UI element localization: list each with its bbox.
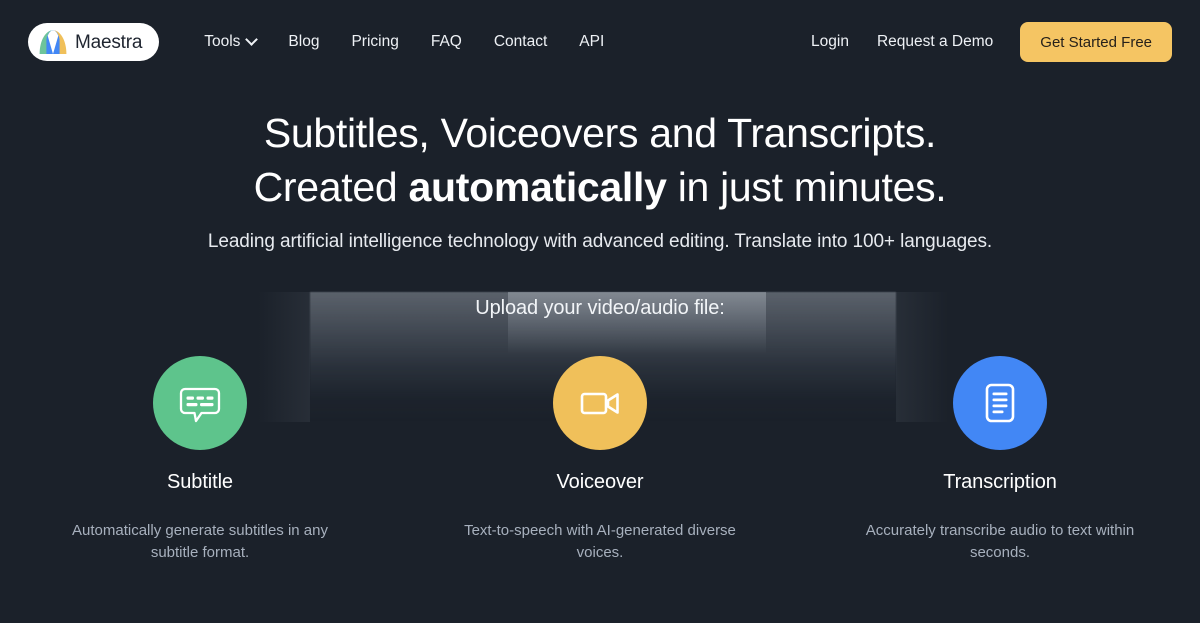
hero-section: Subtitles, Voiceovers and Transcripts. C… (0, 84, 1200, 253)
hero-headline-line-2: Created automatically in just minutes. (0, 160, 1200, 214)
headline-line2-emphasis: automatically (408, 164, 667, 210)
voiceover-icon-circle (553, 356, 647, 450)
top-navigation-bar: Maestra Tools Blog Pricing FAQ Contact A… (0, 0, 1200, 84)
upload-section: Upload your video/audio file: Subtitle A… (0, 297, 1200, 564)
nav-item-tools-label: Tools (204, 33, 241, 50)
brand-logo[interactable]: Maestra (28, 23, 160, 61)
nav-item-faq[interactable]: FAQ (415, 25, 478, 59)
hero-headline-line-1: Subtitles, Voiceovers and Transcripts. (263, 110, 937, 156)
upload-card-voiceover-description: Text-to-speech with AI-generated diverse… (464, 522, 736, 561)
upload-card-transcription-title: Transcription (943, 471, 1057, 493)
upload-card-voiceover-title: Voiceover (556, 471, 644, 493)
upload-card-subtitle[interactable]: Subtitle Automatically generate subtitle… (0, 356, 400, 564)
nav-actions: Login Request a Demo Get Started Free (797, 22, 1172, 62)
video-camera-icon (580, 392, 619, 415)
upload-card-transcription[interactable]: Transcription Accurately transcribe audi… (800, 356, 1200, 564)
nav-item-blog[interactable]: Blog (272, 25, 335, 59)
upload-card-transcription-description: Accurately transcribe audio to text with… (865, 522, 1135, 561)
upload-card-subtitle-description: Automatically generate subtitles in any … (72, 522, 328, 561)
chevron-down-icon (245, 32, 259, 46)
get-started-free-button[interactable]: Get Started Free (1020, 22, 1172, 62)
speech-bubble-subtitles-icon (179, 387, 221, 423)
document-lines-icon (985, 383, 1015, 423)
brand-name: Maestra (75, 31, 143, 53)
upload-section-title: Upload your video/audio file: (475, 297, 725, 319)
upload-card-voiceover[interactable]: Voiceover Text-to-speech with AI-generat… (400, 356, 800, 564)
headline-line2-suffix: in just minutes. (666, 164, 947, 210)
transcription-icon-circle (953, 356, 1047, 450)
nav-item-api[interactable]: API (563, 25, 620, 59)
nav-item-contact[interactable]: Contact (478, 25, 563, 59)
primary-nav-links: Tools Blog Pricing FAQ Contact API (188, 25, 620, 59)
hero-subheadline: Leading artificial intelligence technolo… (207, 231, 993, 252)
maestra-arch-logo-icon (39, 30, 67, 54)
upload-option-cards: Subtitle Automatically generate subtitle… (0, 356, 1200, 564)
nav-item-pricing[interactable]: Pricing (335, 25, 414, 59)
headline-line2-prefix: Created (253, 164, 409, 210)
request-demo-link[interactable]: Request a Demo (863, 25, 1007, 59)
upload-card-subtitle-title: Subtitle (167, 471, 233, 493)
nav-item-tools[interactable]: Tools (188, 25, 272, 59)
hero-headline: Subtitles, Voiceovers and Transcripts. C… (0, 106, 1200, 214)
login-link[interactable]: Login (797, 25, 863, 59)
subtitle-icon-circle (153, 356, 247, 450)
